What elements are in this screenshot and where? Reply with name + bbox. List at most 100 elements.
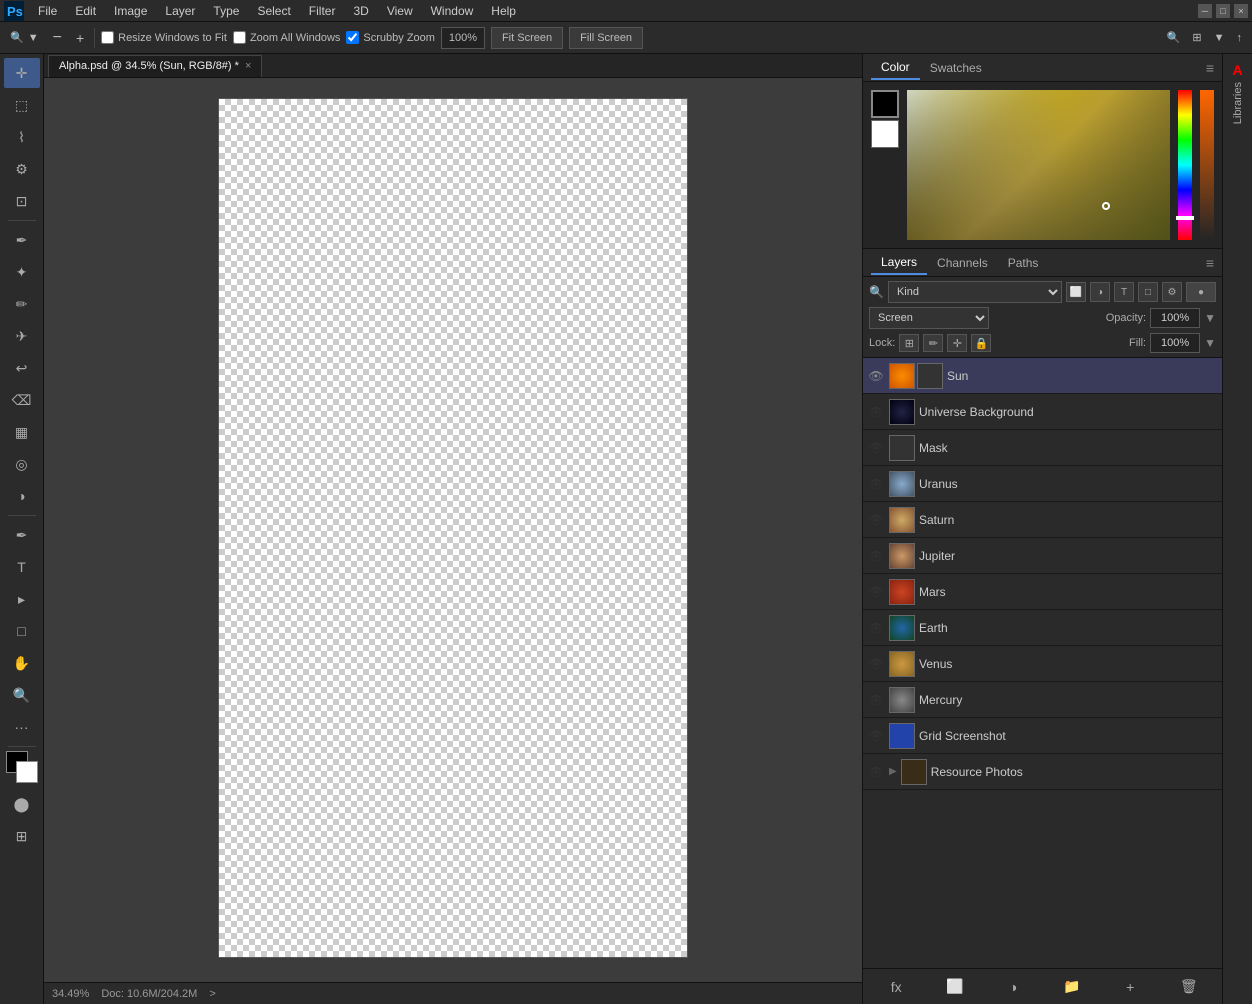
healing-tool[interactable]: ✦	[4, 257, 40, 287]
bg-swatch[interactable]	[871, 120, 899, 148]
layer-item-earth[interactable]: 👁 Earth	[863, 610, 1222, 646]
opacity-input[interactable]	[1150, 308, 1200, 328]
zoom-tool-left[interactable]: 🔍	[4, 680, 40, 710]
menu-layer[interactable]: Layer	[157, 2, 203, 20]
lasso-tool[interactable]: ⌇	[4, 122, 40, 152]
menu-window[interactable]: Window	[423, 2, 482, 20]
lock-position-icon[interactable]: ✏	[923, 334, 943, 352]
filter-on-icon[interactable]: ●	[1186, 282, 1216, 302]
layer-item-mercury[interactable]: 👁 Mercury	[863, 682, 1222, 718]
maximize-button[interactable]: □	[1216, 4, 1230, 18]
resize-windows-checkbox[interactable]: Resize Windows to Fit	[101, 31, 227, 44]
workspace-btn[interactable]: ▼	[1210, 29, 1229, 46]
layer-vis-resource[interactable]: 👁	[867, 763, 885, 781]
color-tab[interactable]: Color	[871, 56, 920, 80]
fill-input[interactable]	[1150, 333, 1200, 353]
scrubby-zoom-checkbox[interactable]: Scrubby Zoom	[346, 31, 435, 44]
add-mask-button[interactable]: ⬜	[943, 975, 967, 999]
layer-item-saturn[interactable]: 👁 Saturn	[863, 502, 1222, 538]
filter-kind-select[interactable]: Kind	[888, 281, 1062, 303]
filter-shape-icon[interactable]: □	[1138, 282, 1158, 302]
lock-all-icon[interactable]: 🔒	[971, 334, 991, 352]
close-button[interactable]: ×	[1234, 4, 1248, 18]
layer-vis-mercury[interactable]: 👁	[867, 691, 885, 709]
layer-vis-saturn[interactable]: 👁	[867, 511, 885, 529]
canvas[interactable]	[218, 98, 688, 958]
layer-vis-venus[interactable]: 👁	[867, 655, 885, 673]
layer-vis-universe[interactable]: 👁	[867, 403, 885, 421]
layer-item-uranus[interactable]: 👁 Uranus	[863, 466, 1222, 502]
zoom-all-windows-checkbox[interactable]: Zoom All Windows	[233, 31, 340, 44]
fx-button[interactable]: fx	[884, 975, 908, 999]
hand-tool[interactable]: ✋	[4, 648, 40, 678]
menu-filter[interactable]: Filter	[301, 2, 344, 20]
add-adjustment-button[interactable]: ◑	[1001, 975, 1025, 999]
history-tool[interactable]: ↩	[4, 353, 40, 383]
menu-file[interactable]: File	[30, 2, 65, 20]
color-gradient-picker[interactable]	[907, 90, 1170, 240]
layer-vis-uranus[interactable]: 👁	[867, 475, 885, 493]
text-tool[interactable]: T	[4, 552, 40, 582]
layer-vis-earth[interactable]: 👁	[867, 619, 885, 637]
filter-smart-icon[interactable]: ⚙	[1162, 282, 1182, 302]
shape-tool[interactable]: □	[4, 616, 40, 646]
background-color[interactable]	[16, 761, 38, 783]
lock-pixels-icon[interactable]: ⊞	[899, 334, 919, 352]
arrange-btn[interactable]: ⊞	[1188, 29, 1205, 46]
layer-item-grid[interactable]: 👁 Grid Screenshot	[863, 718, 1222, 754]
color-swatches[interactable]	[6, 751, 38, 783]
canvas-container[interactable]	[44, 78, 862, 982]
fit-screen-button[interactable]: Fit Screen	[491, 27, 563, 49]
add-group-button[interactable]: 📁	[1060, 975, 1084, 999]
menu-3d[interactable]: 3D	[345, 2, 376, 20]
status-arrow[interactable]: >	[209, 988, 215, 1000]
layer-item-resource[interactable]: 👁 ▶ Resource Photos	[863, 754, 1222, 790]
dodge-tool[interactable]: ◑	[4, 481, 40, 511]
menu-type[interactable]: Type	[205, 2, 247, 20]
pen-tool[interactable]: ✒	[4, 520, 40, 550]
layer-item-mask[interactable]: 👁 Mask	[863, 430, 1222, 466]
color-spectrum[interactable]	[1178, 90, 1192, 240]
delete-layer-button[interactable]: 🗑	[1177, 975, 1201, 999]
zoom-all-windows-input[interactable]	[233, 31, 246, 44]
layer-vis-jupiter[interactable]: 👁	[867, 547, 885, 565]
tab-close-btn[interactable]: ×	[245, 60, 251, 72]
swatches-tab[interactable]: Swatches	[920, 57, 992, 79]
blend-mode-select[interactable]: Screen	[869, 307, 989, 329]
color-alpha-slider[interactable]	[1200, 90, 1214, 240]
resize-windows-input[interactable]	[101, 31, 114, 44]
document-tab[interactable]: Alpha.psd @ 34.5% (Sun, RGB/8#) * ×	[48, 55, 262, 77]
menu-image[interactable]: Image	[106, 2, 155, 20]
quick-mask-btn[interactable]: ⬤	[4, 789, 40, 819]
share-btn[interactable]: ↑	[1233, 29, 1247, 46]
layer-vis-mask[interactable]: 👁	[867, 439, 885, 457]
blur-tool[interactable]: ◎	[4, 449, 40, 479]
gradient-tool[interactable]: ▦	[4, 417, 40, 447]
crop-tool[interactable]: ⊡	[4, 186, 40, 216]
more-tools[interactable]: ···	[4, 712, 40, 742]
zoom-percent-input[interactable]	[441, 27, 485, 49]
search-btn[interactable]: 🔍	[1163, 29, 1185, 46]
fg-swatch[interactable]	[871, 90, 899, 118]
filter-pixel-icon[interactable]: ⬜	[1066, 282, 1086, 302]
eyedropper-tool[interactable]: ✒	[4, 225, 40, 255]
filter-adjust-icon[interactable]: ◑	[1090, 282, 1110, 302]
layer-expand-resource[interactable]: ▶	[889, 766, 897, 777]
marquee-tool[interactable]: ⬚	[4, 90, 40, 120]
layers-panel-menu[interactable]: ≡	[1206, 255, 1214, 271]
quick-select-tool[interactable]: ⚙	[4, 154, 40, 184]
fill-dropdown-icon[interactable]: ▼	[1204, 336, 1216, 350]
color-panel-menu[interactable]: ≡	[1206, 60, 1214, 76]
eraser-tool[interactable]: ⌫	[4, 385, 40, 415]
scrubby-zoom-input[interactable]	[346, 31, 359, 44]
layer-list[interactable]: 👁 Sun 👁 Universe Background	[863, 358, 1222, 968]
layer-item-mars[interactable]: 👁 Mars	[863, 574, 1222, 610]
minimize-button[interactable]: ─	[1198, 4, 1212, 18]
layer-item-venus[interactable]: 👁 Venus	[863, 646, 1222, 682]
menu-select[interactable]: Select	[249, 2, 298, 20]
fill-screen-button[interactable]: Fill Screen	[569, 27, 643, 49]
layer-item-jupiter[interactable]: 👁 Jupiter	[863, 538, 1222, 574]
filter-type-icon[interactable]: T	[1114, 282, 1134, 302]
menu-edit[interactable]: Edit	[67, 2, 104, 20]
opacity-dropdown-icon[interactable]: ▼	[1204, 311, 1216, 325]
